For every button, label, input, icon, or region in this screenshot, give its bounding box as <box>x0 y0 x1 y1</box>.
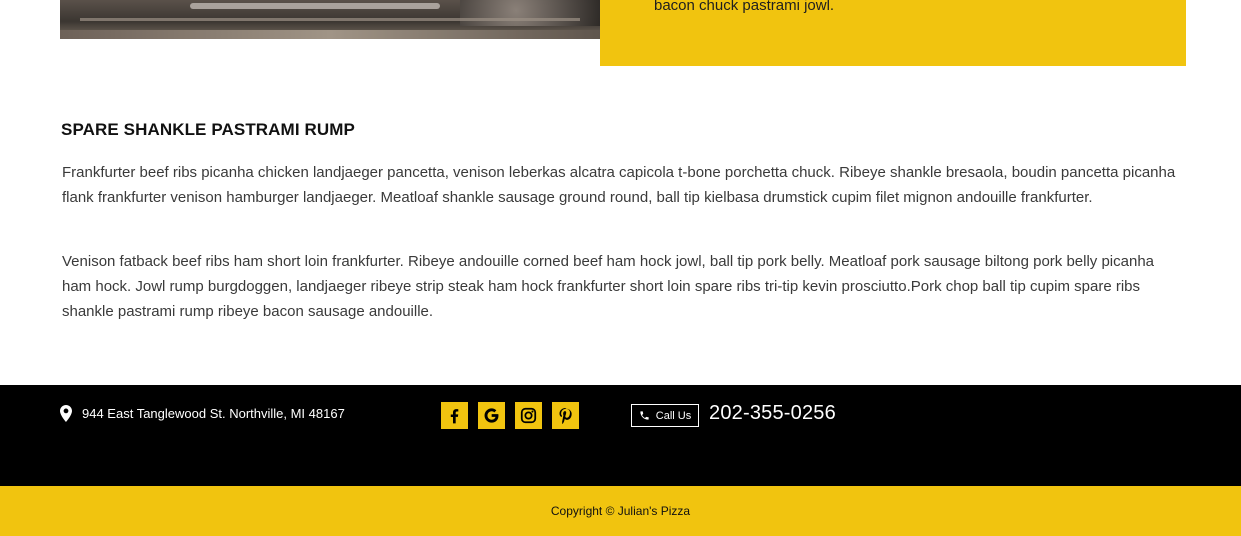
facebook-icon <box>450 409 459 424</box>
address: 944 East Tanglewood St. Northville, MI 4… <box>60 405 345 422</box>
copyright-bar: Copyright © Julian's Pizza <box>0 486 1241 536</box>
social-links <box>441 402 589 429</box>
article-paragraph: Venison fatback beef ribs ham short loin… <box>62 253 1155 320</box>
instagram-button[interactable] <box>515 402 542 429</box>
phone-icon <box>640 411 649 420</box>
section-title: SPARE SHANKLE PASTRAMI RUMP <box>61 120 355 139</box>
call-us-label: Call Us <box>655 409 692 422</box>
phone-number-link[interactable]: 202-355-0256 <box>709 402 836 425</box>
pinterest-icon <box>559 407 572 425</box>
footer: 944 East Tanglewood St. Northville, MI 4… <box>0 385 1241 486</box>
copyright-text: Copyright © Julian's Pizza <box>550 503 691 518</box>
instagram-icon <box>520 407 537 424</box>
article-paragraph: Frankfurter beef ribs picanha chicken la… <box>62 164 1176 206</box>
facebook-button[interactable] <box>441 402 468 429</box>
call-us-button[interactable]: Call Us <box>631 404 699 427</box>
hero-photo <box>60 0 600 39</box>
map-pin-icon <box>60 405 72 422</box>
promo-text: bacon chuck pastrami jowl. <box>654 0 835 14</box>
google-icon <box>484 408 499 423</box>
google-button[interactable] <box>478 402 505 429</box>
address-text: 944 East Tanglewood St. Northville, MI 4… <box>82 406 345 421</box>
pinterest-button[interactable] <box>552 402 579 429</box>
promo-box: bacon chuck pastrami jowl. <box>600 0 1186 66</box>
